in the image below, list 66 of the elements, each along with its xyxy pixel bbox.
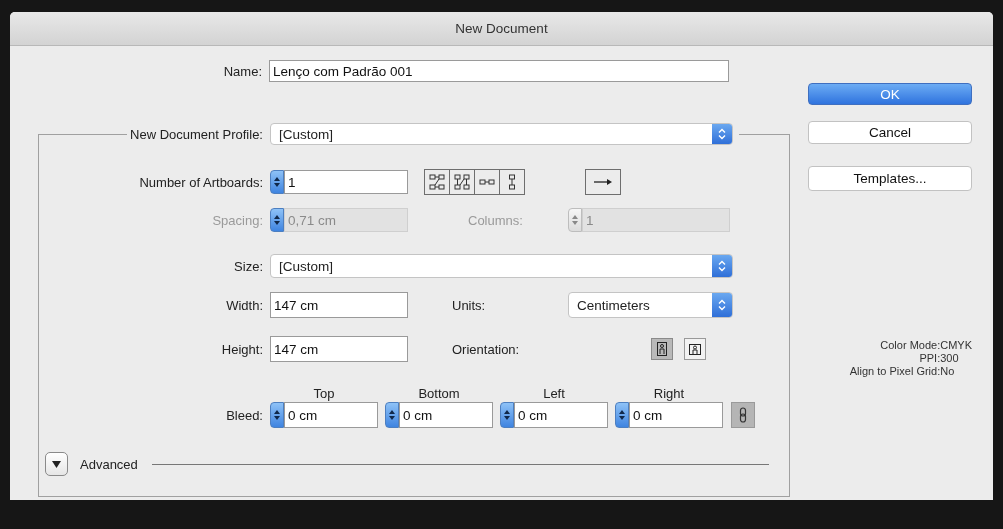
bleed-field[interactable]: 0 cm [399,402,493,428]
expand-button[interactable] [45,452,68,476]
info-label: Align to Pixel Grid: [849,365,941,378]
grid-arrangement-icon [429,174,445,190]
up-down-arrows-icon [572,214,578,226]
size-dropdown[interactable]: [Custom] [270,254,733,278]
units-dropdown[interactable]: Centimeters [568,292,733,318]
stepper-button[interactable] [270,170,284,194]
chevrons-icon [718,260,726,272]
height-field[interactable]: 147 cm [270,336,408,362]
link-button[interactable] [731,402,755,428]
orientation-button[interactable] [684,338,706,360]
field-label: Spacing: [211,212,264,228]
info-label: Color Mode: [879,339,941,352]
field-label: Number of Artboards: [138,174,264,190]
arrange-button[interactable] [499,169,525,195]
triangle-down-icon [52,460,61,468]
column-heading: Left [542,385,566,401]
info-value: 300 [940,352,960,365]
arrange-button[interactable] [449,169,475,195]
bleed-field[interactable]: 0 cm [514,402,608,428]
stepper-button[interactable] [270,402,284,428]
up-down-arrows-icon [504,409,510,421]
width-field[interactable]: 147 cm [270,292,408,318]
field-label: Width: [225,297,264,313]
up-down-arrows-icon [619,409,625,421]
up-down-arrows-icon [274,409,280,421]
info-value: CMYK [940,339,972,352]
field-label: New Document Profile: [129,126,264,142]
dialog-button[interactable]: Templates... [808,166,972,191]
orientation-button[interactable] [651,338,673,360]
section-label: Advanced [80,456,138,472]
name-field[interactable]: Lenço com Padrão 001 [269,60,729,82]
chevrons-icon [718,299,726,311]
field-label: Orientation: [452,341,521,357]
field-label: Size: [233,258,264,274]
portrait-icon [656,341,668,357]
chain-link-icon [739,407,747,423]
profile-dropdown[interactable]: [Custom] [270,123,733,145]
direction-button[interactable] [585,169,621,195]
landscape-icon [688,342,702,356]
stepper-button[interactable] [385,402,399,428]
grid-arrangement-icon [454,174,470,190]
up-down-arrows-icon [274,176,280,188]
info-value: No [940,365,956,378]
arrange-button[interactable] [424,169,450,195]
stepper-button[interactable] [615,402,629,428]
right-arrow-icon [594,178,612,186]
up-down-arrows-icon [389,409,395,421]
column-heading: Top [312,385,336,401]
window-title: New Document [455,21,548,36]
bleed-field[interactable]: 0 cm [629,402,723,428]
dialog-button[interactable]: Cancel [808,121,972,144]
artboards-field[interactable]: 1 [284,170,408,194]
field-label: Bleed: [225,407,264,423]
info-label: PPI: [918,352,941,365]
field-label: Columns: [468,212,524,228]
column-heading: Right [652,385,686,401]
bleed-field[interactable]: 0 cm [284,402,378,428]
field-label: Name: [222,63,263,79]
field-label: Height: [220,341,264,357]
chevrons-icon [718,128,726,140]
column-heading: Bottom [417,385,461,401]
field-label: Units: [452,297,487,313]
up-down-arrows-icon [274,214,280,226]
stepper-button[interactable] [500,402,514,428]
